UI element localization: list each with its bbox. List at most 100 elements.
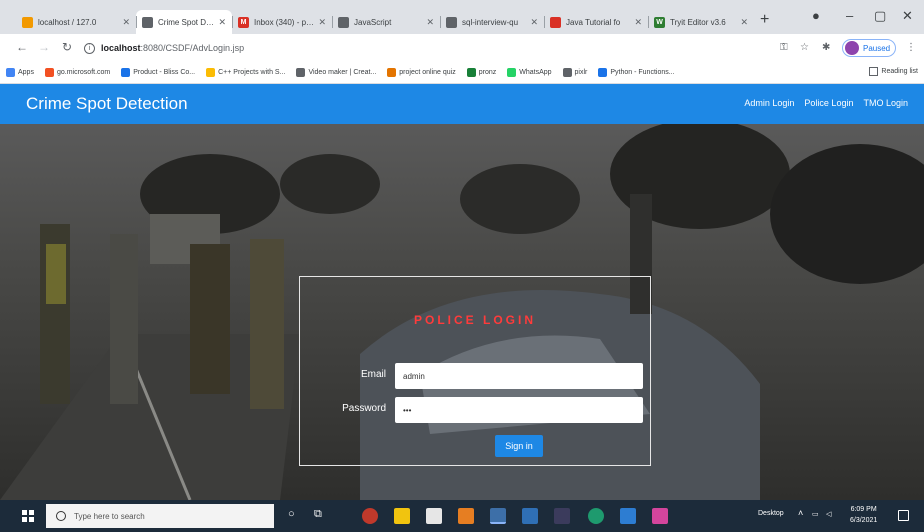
app-navbar: Crime Spot Detection Admin Login Police … [0, 84, 924, 124]
app-icon[interactable] [652, 508, 668, 524]
bookmark-favicon-icon [507, 68, 517, 77]
bookmark-label: Video maker | Creat... [308, 69, 377, 76]
forward-arrow-icon[interactable]: → [38, 40, 50, 54]
clock-date: 6/3/2021 [850, 517, 878, 524]
browser-tab[interactable]: sql-interview-qu ✕ [440, 10, 544, 34]
maximize-icon[interactable]: ▢ [874, 8, 886, 24]
bookmark-label: go.microsoft.com [56, 69, 111, 76]
bookmark-item[interactable]: WhatsApp [507, 68, 552, 77]
taskbar-search-input[interactable]: Type here to search [46, 504, 274, 528]
hero-background: POLICE LOGIN Email Password Sign in [0, 124, 924, 500]
volume-icon[interactable]: ◁ [826, 510, 831, 518]
reading-list-label: Reading list [881, 68, 918, 75]
notification-center-icon[interactable] [898, 510, 909, 521]
url-field[interactable]: i localhost :8080/CSDF/AdvLogin.jsp [84, 38, 764, 58]
bookmark-label: pixlr [574, 69, 588, 76]
profile-button[interactable]: Paused [842, 39, 896, 57]
edge-icon[interactable] [588, 508, 604, 524]
close-window-icon[interactable]: ✕ [902, 8, 913, 24]
browser-tab[interactable]: Java Tutorial fo ✕ [544, 10, 648, 34]
password-row: Password [300, 397, 650, 423]
menu-dots-icon[interactable]: ⋮ [906, 42, 916, 53]
police-login-form: POLICE LOGIN Email Password Sign in [299, 276, 651, 466]
tab-close-icon[interactable]: ✕ [530, 17, 538, 28]
sign-in-button[interactable]: Sign in [495, 435, 543, 457]
bookmark-item[interactable]: Apps [6, 68, 34, 77]
new-tab-plus-icon[interactable]: + [760, 12, 769, 28]
admin-login-link[interactable]: Admin Login [744, 98, 794, 108]
gmail-favicon-icon: M [238, 16, 249, 28]
screen: localhost / 127.0 ✕ Crime Spot Dete ✕ M … [0, 0, 924, 532]
browser-tab[interactable]: W Tryit Editor v3.6 ✕ [648, 10, 754, 34]
brand-title[interactable]: Crime Spot Detection [26, 94, 188, 114]
task-view-icon[interactable]: ⧉ [314, 508, 322, 521]
tab-close-icon[interactable]: ✕ [426, 17, 434, 28]
reload-icon[interactable]: ↻ [62, 40, 72, 54]
globe-favicon-icon [338, 16, 349, 28]
email-field[interactable] [395, 363, 643, 389]
star-bookmark-icon[interactable]: ☆ [800, 42, 809, 53]
bookmark-item[interactable]: Video maker | Creat... [296, 68, 376, 77]
app-icon[interactable] [620, 508, 636, 524]
localhost-favicon-icon [22, 16, 33, 28]
tab-title: Inbox (340) - pop [254, 17, 315, 27]
police-login-link[interactable]: Police Login [804, 98, 853, 108]
bookmark-item[interactable]: C++ Projects with S... [206, 68, 285, 77]
browser-tab[interactable]: JavaScript ✕ [332, 10, 440, 34]
desktop-toolbar-label[interactable]: Desktop [758, 510, 784, 517]
firefox-icon[interactable] [362, 508, 378, 524]
profile-status: Paused [863, 43, 891, 53]
app-icon[interactable] [522, 508, 538, 524]
bookmark-favicon-icon [387, 68, 397, 77]
tab-close-icon[interactable]: ✕ [740, 17, 748, 28]
tab-title: JavaScript [354, 17, 392, 27]
bookmark-favicon-icon [296, 68, 306, 77]
file-explorer-icon[interactable] [394, 508, 410, 524]
taskbar-clock[interactable]: 6:09 PM 6/3/2021 [850, 504, 877, 526]
bookmark-item[interactable]: pixlr [562, 68, 588, 77]
network-icon[interactable]: ▭ [812, 510, 819, 518]
bookmark-item[interactable]: go.microsoft.com [44, 68, 111, 77]
bookmark-label: pronz [478, 69, 497, 76]
tab-search-icon[interactable]: ● [812, 8, 820, 23]
bookmark-item[interactable]: pronz [466, 68, 497, 77]
password-label: Password [342, 403, 386, 414]
reading-list-button[interactable]: Reading list [869, 67, 918, 76]
reading-list-icon [869, 67, 879, 76]
login-title: POLICE LOGIN [413, 313, 536, 327]
windows-start-icon[interactable] [22, 510, 34, 522]
site-info-icon[interactable]: i [84, 42, 95, 54]
java-favicon-icon [550, 16, 561, 28]
bookmark-label: Python - Functions... [610, 69, 675, 76]
minimize-icon[interactable]: – [846, 8, 853, 23]
key-icon[interactable]: ⚿ [780, 42, 788, 53]
password-field[interactable] [395, 397, 643, 423]
tab-close-icon[interactable]: ✕ [318, 17, 326, 28]
extensions-puzzle-icon[interactable]: ✱ [822, 42, 830, 53]
tab-close-icon[interactable]: ✕ [634, 17, 642, 28]
tab-title: Crime Spot Dete [158, 17, 215, 27]
bookmark-label: project online quiz [399, 69, 456, 76]
tab-title: Tryit Editor v3.6 [670, 17, 726, 27]
bookmark-item[interactable]: project online quiz [387, 68, 456, 77]
chrome-icon[interactable] [490, 508, 506, 524]
cortana-icon[interactable]: ○ [288, 508, 295, 520]
browser-tab-active[interactable]: Crime Spot Dete ✕ [136, 10, 232, 34]
nav-links: Admin Login Police Login TMO Login [744, 98, 908, 108]
bookmark-label: Apps [18, 69, 34, 76]
tab-close-icon[interactable]: ✕ [218, 17, 226, 28]
store-bag-icon[interactable] [426, 508, 442, 524]
bookmark-item[interactable]: Python - Functions... [598, 68, 675, 77]
browser-tab[interactable]: M Inbox (340) - pop ✕ [232, 10, 332, 34]
tab-title: localhost / 127.0 [38, 17, 97, 27]
chevron-up-icon[interactable]: ˄ [798, 508, 803, 518]
tmo-login-link[interactable]: TMO Login [863, 98, 908, 108]
browser-tab[interactable]: localhost / 127.0 ✕ [16, 10, 136, 34]
back-arrow-icon[interactable]: ← [16, 40, 28, 54]
app-icon[interactable] [554, 508, 570, 524]
bookmark-item[interactable]: Product - Bliss Co... [121, 68, 195, 77]
vlc-icon[interactable] [458, 508, 474, 524]
tab-close-icon[interactable]: ✕ [122, 17, 130, 28]
w3schools-favicon-icon: W [654, 16, 665, 28]
tab-title: sql-interview-qu [462, 17, 519, 27]
